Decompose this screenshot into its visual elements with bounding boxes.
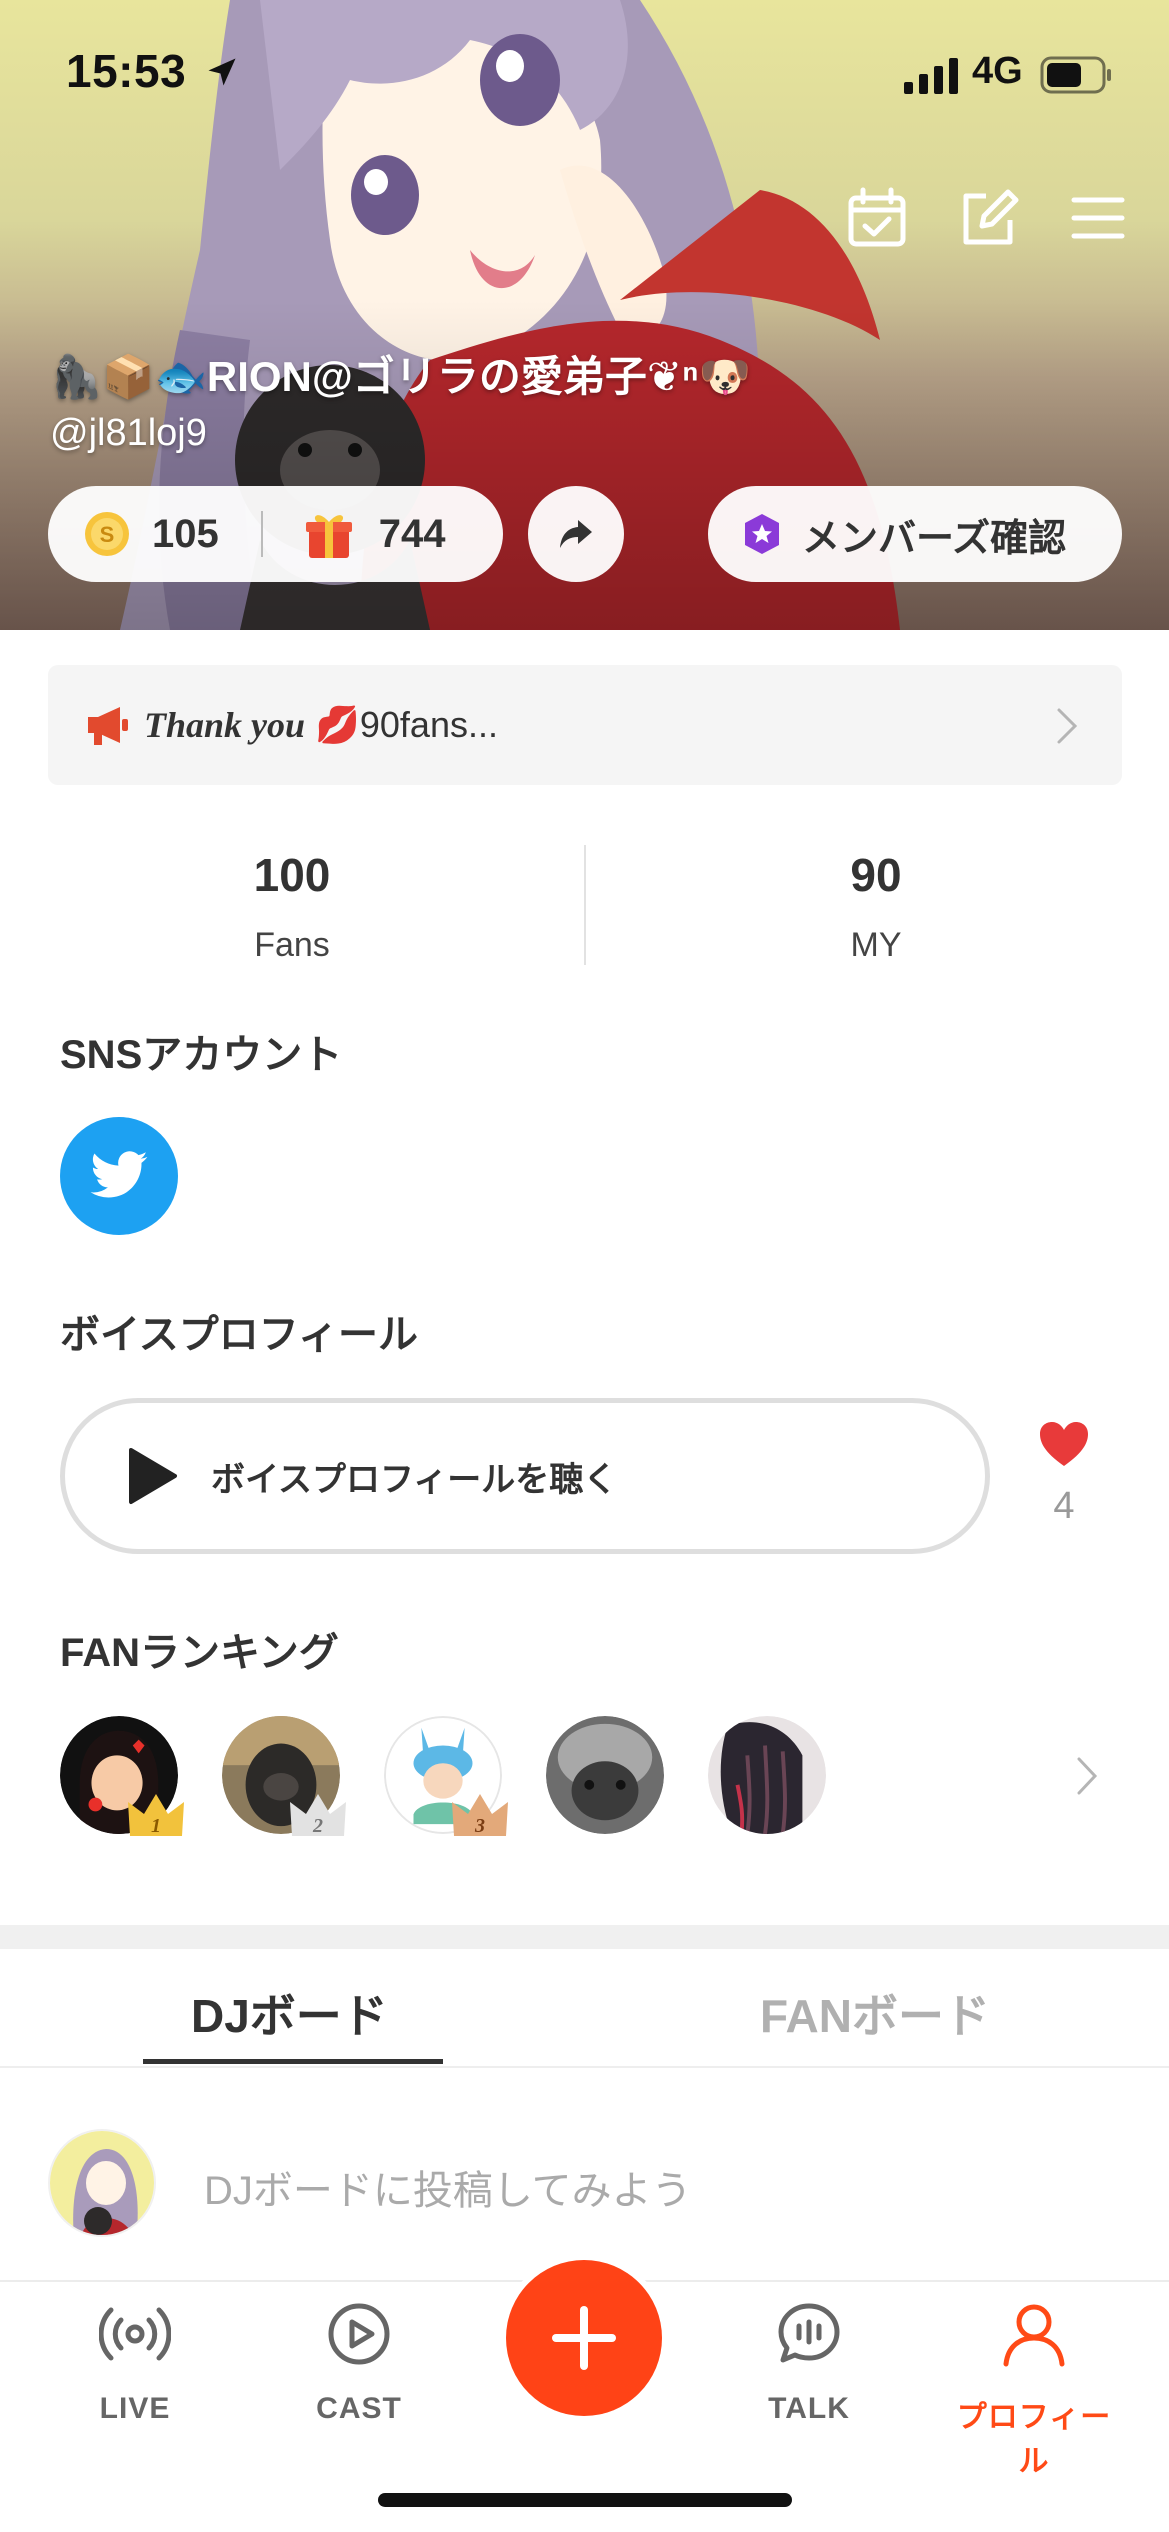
fan-rank-3[interactable]: 3 bbox=[384, 1716, 508, 1837]
voice-profile-play-button[interactable]: ボイスプロフィールを聴く bbox=[60, 1398, 990, 1554]
profile-display-name: 🦍📦🐟RION@ゴリラの愛弟子❦ⁿ🐶 bbox=[50, 353, 751, 400]
crown-silver-icon: 2 bbox=[290, 1794, 346, 1837]
my-avatar bbox=[48, 2129, 156, 2237]
status-bar: 15:53 4G bbox=[0, 0, 1169, 150]
heart-like-icon[interactable] bbox=[1038, 1420, 1090, 1468]
my-count: 90 bbox=[850, 849, 902, 901]
board-post-input[interactable]: DJボードに投稿してみよう bbox=[204, 2158, 692, 2216]
voice-profile-button-label: ボイスプロフィールを聴く bbox=[211, 1460, 618, 1499]
gift-icon bbox=[305, 515, 352, 558]
crown-bronze-icon: 3 bbox=[452, 1794, 508, 1837]
announcement-text: 90fans... bbox=[359, 704, 498, 745]
twitter-icon bbox=[90, 1151, 148, 1198]
create-button[interactable] bbox=[506, 2260, 662, 2416]
edit-profile-button[interactable] bbox=[956, 186, 1020, 250]
calendar-button[interactable] bbox=[845, 186, 909, 250]
tab-dj-board[interactable]: DJボード bbox=[191, 1980, 388, 2046]
fan-rank-4[interactable] bbox=[546, 1716, 666, 1836]
fan-ranking-more-chevron-icon[interactable] bbox=[1076, 1756, 1098, 1796]
my-stat[interactable]: 90 MY bbox=[584, 848, 1168, 965]
wallet-summary[interactable]: S 105 744 bbox=[48, 486, 503, 582]
fan-ranking-section-title: FANランキング bbox=[60, 1631, 339, 1675]
cellular-signal-icon bbox=[904, 58, 958, 94]
voice-like-count: 4 bbox=[1053, 1485, 1075, 1527]
members-check-button[interactable]: メンバーズ確認 bbox=[708, 486, 1122, 582]
home-indicator[interactable] bbox=[378, 2493, 792, 2507]
gift-count: 744 bbox=[378, 511, 446, 556]
active-tab-indicator bbox=[143, 2059, 443, 2064]
nav-talk-label: TALK bbox=[768, 2392, 850, 2425]
share-button[interactable] bbox=[528, 486, 624, 582]
crown-gold-icon: 1 bbox=[128, 1794, 184, 1837]
svg-text:S: S bbox=[100, 522, 115, 547]
voice-profile-section-title: ボイスプロフィール bbox=[60, 1313, 418, 1357]
section-separator bbox=[0, 1925, 1169, 1949]
profile-handle: @jl81loj9 bbox=[50, 412, 207, 454]
cast-icon bbox=[328, 2303, 390, 2365]
live-icon bbox=[99, 2307, 171, 2361]
my-label: MY bbox=[850, 926, 902, 964]
nav-live[interactable]: LIVE bbox=[50, 2298, 220, 2426]
fan-rank-2[interactable]: 2 bbox=[222, 1716, 346, 1837]
announcement-italic: Thank you bbox=[144, 705, 306, 745]
tab-fan-board[interactable]: FANボード bbox=[760, 1980, 990, 2046]
nav-cast-label: CAST bbox=[316, 2392, 402, 2425]
members-star-icon bbox=[745, 514, 779, 554]
my-avatar-image bbox=[50, 2131, 154, 2235]
members-check-label: メンバーズ確認 bbox=[802, 517, 1067, 560]
nav-talk[interactable]: TALK bbox=[724, 2298, 894, 2426]
svg-text:1: 1 bbox=[151, 1815, 161, 1837]
menu-button[interactable] bbox=[1066, 186, 1130, 250]
fans-stat[interactable]: 100 Fans bbox=[0, 848, 584, 965]
sns-section-title: SNSアカウント bbox=[60, 1033, 343, 1077]
coin-icon: S bbox=[85, 512, 129, 556]
location-arrow-icon bbox=[208, 58, 236, 86]
chevron-right-icon bbox=[1057, 708, 1078, 744]
nav-profile[interactable]: プロフィール bbox=[946, 2298, 1122, 2480]
megaphone-icon bbox=[88, 707, 128, 745]
profile-icon bbox=[1003, 2304, 1065, 2367]
fan-rank-5[interactable] bbox=[708, 1716, 828, 1836]
announcement-banner[interactable]: Thank you 💋90fans... bbox=[48, 665, 1122, 785]
twitter-button[interactable] bbox=[60, 1117, 178, 1235]
coin-count: 105 bbox=[152, 511, 219, 556]
svg-text:2: 2 bbox=[312, 1815, 323, 1837]
fans-count: 100 bbox=[253, 849, 331, 901]
svg-text:3: 3 bbox=[474, 1815, 485, 1837]
nav-live-label: LIVE bbox=[99, 2392, 171, 2425]
fan-avatar bbox=[708, 1716, 826, 1835]
profile-header: 15:53 4G 🦍📦🐟RION@ゴリラの愛弟子❦ⁿ🐶 @jl81loj9 S … bbox=[0, 0, 1169, 630]
network-type: 4G bbox=[972, 50, 1023, 92]
share-arrow-icon bbox=[560, 520, 592, 548]
edit-icon bbox=[963, 189, 1019, 245]
announcement-emoji: 💋 bbox=[315, 704, 360, 745]
calendar-check-icon bbox=[848, 187, 906, 247]
hamburger-menu-icon bbox=[1071, 197, 1125, 239]
talk-icon bbox=[778, 2303, 840, 2363]
fan-avatar bbox=[546, 1716, 664, 1834]
play-icon bbox=[129, 1448, 177, 1504]
fan-rank-1[interactable]: 1 bbox=[60, 1716, 184, 1837]
battery-icon bbox=[1040, 56, 1111, 94]
plus-icon bbox=[552, 2306, 616, 2370]
nav-cast[interactable]: CAST bbox=[274, 2298, 444, 2426]
nav-profile-label: プロフィール bbox=[956, 2401, 1112, 2478]
fans-label: Fans bbox=[254, 926, 330, 964]
status-time: 15:53 bbox=[66, 45, 187, 97]
